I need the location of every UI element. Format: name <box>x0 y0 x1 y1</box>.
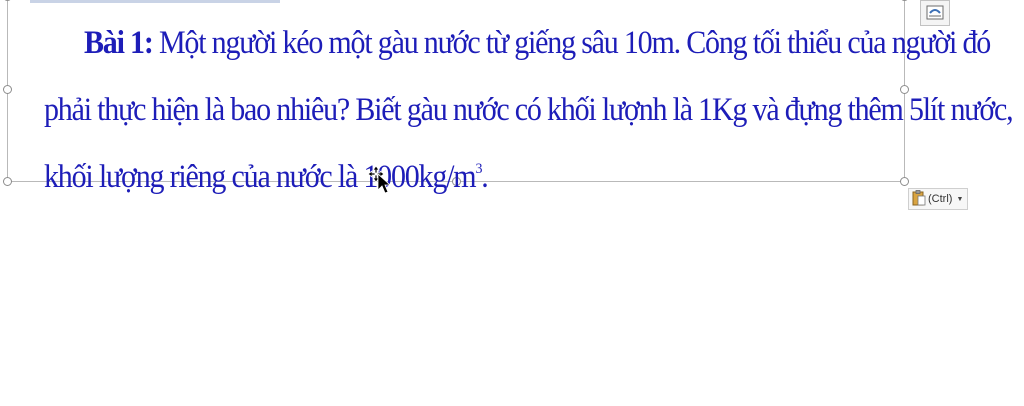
resize-handle-middle-left[interactable] <box>3 85 12 94</box>
layout-options-button[interactable] <box>920 0 950 26</box>
problem-ending: . <box>481 159 489 195</box>
chevron-down-icon: ▼ <box>956 195 964 203</box>
problem-line-1-text: Một người kéo một gàu nước từ giếng sâu … <box>152 25 991 61</box>
problem-line-3: khối lượng riêng của nước là 1000kg/m3. <box>44 144 884 211</box>
layout-options-icon <box>926 5 944 20</box>
problem-label: Bài 1: <box>84 25 154 61</box>
resize-handle-bottom-left[interactable] <box>3 177 12 186</box>
problem-line-3-text: khối lượng riêng của nước là 1000kg/m <box>44 159 477 195</box>
problem-text[interactable]: Bài 1: Một người kéo một gàu nước từ giế… <box>44 10 1014 211</box>
resize-handle-bottom-right[interactable] <box>900 177 909 186</box>
unit-exponent: 3 <box>475 161 482 178</box>
paste-options-button[interactable]: (Ctrl) ▼ <box>908 188 969 210</box>
move-cursor-icon <box>367 165 396 199</box>
paste-options-label: (Ctrl) <box>928 193 953 205</box>
problem-line-1: Bài 1: Một người kéo một gàu nước từ giế… <box>44 10 991 77</box>
problem-line-2: phải thực hiện là bao nhiêu? Biết gàu nư… <box>44 92 1014 128</box>
clipboard-icon <box>912 189 926 209</box>
